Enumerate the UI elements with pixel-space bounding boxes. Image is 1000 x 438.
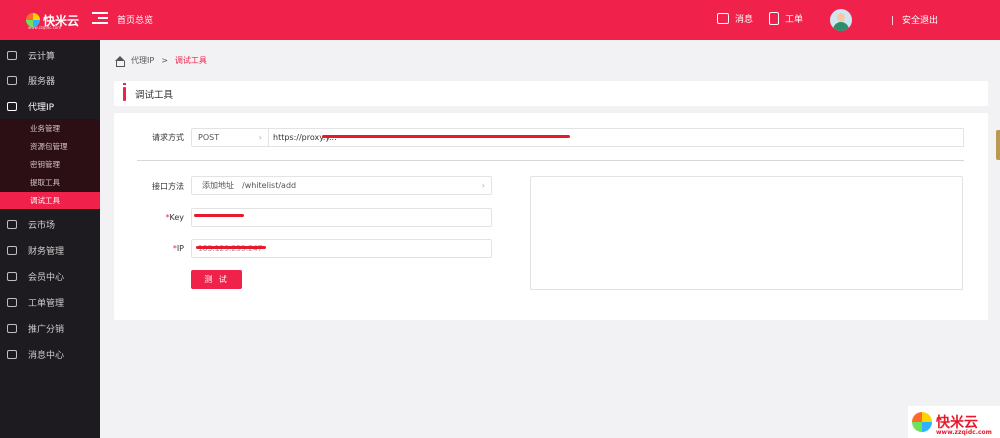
redaction-mark bbox=[322, 135, 570, 138]
sidebar-item-cloud-market[interactable]: 云市场 bbox=[0, 211, 100, 237]
submenu-item-keys[interactable]: 密钥管理 bbox=[0, 156, 100, 173]
top-header: 快米云 www.zzqidc.com 首页总览 消息 工单 | 安全退出 bbox=[0, 0, 1000, 40]
sidebar-item-messages[interactable]: 消息中心 bbox=[0, 341, 100, 367]
test-button[interactable]: 测 试 bbox=[191, 270, 242, 289]
submenu-item-debug-tool[interactable]: 调试工具 bbox=[0, 192, 100, 209]
page-title-card: 调试工具 bbox=[114, 81, 988, 106]
logout-button[interactable]: | 安全退出 bbox=[891, 13, 938, 26]
sidebar-item-cloud-computing[interactable]: 云计算 bbox=[0, 42, 100, 68]
api-method-name: 添加地址 bbox=[202, 181, 234, 190]
ip-label-text: IP bbox=[176, 244, 184, 253]
sidebar-item-finance[interactable]: 财务管理 bbox=[0, 237, 100, 263]
watermark-logo-icon bbox=[912, 412, 932, 432]
sidebar-item-label: 云市场 bbox=[28, 220, 56, 231]
user-icon bbox=[7, 271, 17, 281]
key-input[interactable] bbox=[191, 208, 492, 227]
clipboard-icon bbox=[769, 12, 779, 25]
logout-label: 安全退出 bbox=[902, 16, 939, 26]
debug-form-card: 请求方式 POST › https://proxy.y... 接口方法 添加地址… bbox=[114, 113, 988, 320]
breadcrumb-separator: > bbox=[161, 56, 168, 65]
divider bbox=[137, 160, 964, 161]
server-icon bbox=[7, 75, 17, 85]
home-icon[interactable] bbox=[114, 55, 125, 67]
submenu-item-resource-packages[interactable]: 资源包管理 bbox=[0, 138, 100, 155]
home-overview-link[interactable]: 首页总览 bbox=[117, 13, 153, 26]
key-label: *Key bbox=[124, 213, 184, 222]
logout-separator: | bbox=[891, 16, 895, 26]
promote-icon bbox=[7, 323, 17, 333]
chevron-right-icon: › bbox=[258, 133, 262, 142]
breadcrumb-current: 调试工具 bbox=[174, 56, 207, 65]
sidebar-item-label: 云计算 bbox=[28, 51, 56, 62]
user-avatar[interactable] bbox=[830, 9, 852, 31]
chevron-right-icon: › bbox=[481, 181, 485, 190]
tickets-label: 工单 bbox=[785, 15, 804, 25]
cloud-icon bbox=[7, 50, 17, 60]
request-method-label: 请求方式 bbox=[152, 133, 184, 142]
sidebar-item-tickets[interactable]: 工单管理 bbox=[0, 289, 100, 315]
sidebar: 云计算 服务器 代理IP 业务管理 资源包管理 密钥管理 提取工具 调试工具 云… bbox=[0, 40, 100, 438]
key-label-text: Key bbox=[169, 213, 184, 222]
sidebar-item-promotion[interactable]: 推广分销 bbox=[0, 315, 100, 341]
api-method-label: 接口方法 bbox=[152, 182, 184, 191]
ticket-icon bbox=[7, 297, 17, 307]
submenu-item-extract-tool[interactable]: 提取工具 bbox=[0, 174, 100, 191]
side-float-tab[interactable] bbox=[996, 130, 1000, 160]
menu-toggle-icon[interactable] bbox=[92, 12, 108, 26]
breadcrumb: 代理IP > 调试工具 bbox=[114, 55, 207, 67]
sidebar-item-proxy-ip[interactable]: 代理IP bbox=[0, 93, 100, 119]
watermark-url: www.zzqidc.com bbox=[936, 429, 992, 436]
tickets-button[interactable]: 工单 bbox=[769, 12, 803, 25]
sidebar-item-member-center[interactable]: 会员中心 bbox=[0, 263, 100, 289]
market-icon bbox=[7, 219, 17, 229]
info-mark-icon bbox=[123, 82, 126, 101]
message-icon bbox=[7, 349, 17, 359]
page-title: 调试工具 bbox=[135, 89, 174, 101]
breadcrumb-parent[interactable]: 代理IP bbox=[131, 55, 154, 66]
sidebar-item-servers[interactable]: 服务器 bbox=[0, 67, 100, 93]
sidebar-item-label: 服务器 bbox=[28, 76, 56, 87]
response-output-box[interactable] bbox=[530, 176, 963, 290]
sidebar-item-label: 工单管理 bbox=[28, 298, 65, 309]
request-method-value: POST bbox=[198, 133, 220, 142]
request-method-select[interactable]: POST › bbox=[191, 128, 269, 147]
watermark: 快米云 www.zzqidc.com bbox=[908, 406, 1000, 438]
api-method-path: /whitelist/add bbox=[242, 181, 297, 190]
sidebar-item-label: 财务管理 bbox=[28, 246, 65, 257]
messages-button[interactable]: 消息 bbox=[717, 12, 753, 25]
logo-url: www.zzqidc.com bbox=[28, 25, 62, 30]
sidebar-item-label: 代理IP bbox=[28, 102, 55, 113]
proxy-submenu: 业务管理 资源包管理 密钥管理 提取工具 调试工具 bbox=[0, 119, 100, 210]
submenu-item-business[interactable]: 业务管理 bbox=[0, 120, 100, 137]
logo[interactable]: 快米云 www.zzqidc.com bbox=[26, 9, 98, 31]
sidebar-item-label: 消息中心 bbox=[28, 350, 65, 361]
message-icon bbox=[717, 13, 729, 24]
api-method-select[interactable]: 添加地址 /whitelist/add › bbox=[191, 176, 492, 195]
proxy-icon bbox=[7, 101, 17, 111]
redaction-mark bbox=[194, 214, 244, 217]
messages-label: 消息 bbox=[735, 15, 754, 25]
sidebar-item-label: 会员中心 bbox=[28, 272, 65, 283]
finance-icon bbox=[7, 245, 17, 255]
sidebar-item-label: 推广分销 bbox=[28, 324, 65, 335]
ip-label: *IP bbox=[124, 244, 184, 253]
redaction-mark bbox=[196, 246, 266, 249]
